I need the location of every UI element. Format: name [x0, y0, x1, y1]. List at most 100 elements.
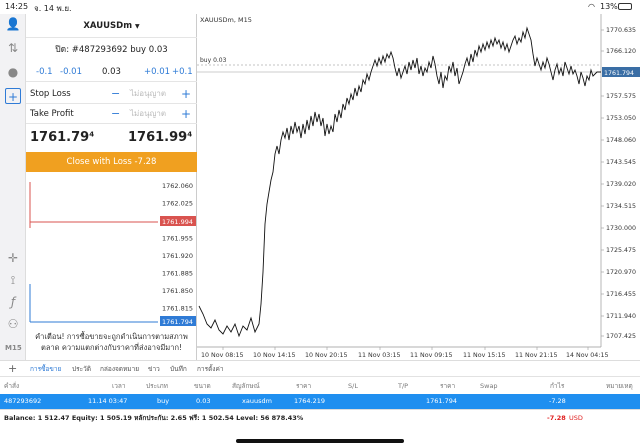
- take-profit-minus-button[interactable]: −: [111, 104, 120, 124]
- quotes-row: 1761.794 1761.994: [26, 126, 197, 150]
- order-panel: XAUUSDm ▼ ปิด: #487293692 buy 0.03 -0.1 …: [26, 14, 197, 360]
- order-line-label: buy 0.03: [200, 57, 227, 64]
- col-time: เวลา: [112, 382, 126, 390]
- volume-plus-small-button[interactable]: +0.01: [144, 62, 170, 82]
- battery-icon: [618, 3, 632, 10]
- volume-plus-big-button[interactable]: +0.1: [172, 62, 193, 82]
- col-comment: หมายเหตุ: [606, 382, 633, 390]
- y-tick-label: 1725.475: [606, 247, 636, 254]
- order-current-price: 1761.794: [426, 397, 458, 405]
- objects-icon[interactable]: ⚇: [5, 316, 21, 332]
- trade-warning: คำเตือน! การซื้อขายจะถูกดำเนินการตามสภาพ…: [35, 332, 188, 352]
- crosshair-icon[interactable]: ✛: [5, 250, 21, 266]
- take-profit-input[interactable]: ไม่อนุญาต: [130, 104, 166, 124]
- order-title: ปิด: #487293692 buy 0.03: [55, 45, 168, 55]
- y-tick-label: 1743.545: [606, 159, 636, 166]
- y-tick-label: 1757.575: [606, 93, 636, 100]
- tick-price-label: 1761.815: [162, 305, 193, 313]
- y-tick-label: 1734.515: [606, 203, 636, 210]
- x-tick-label: 10 Nov 08:15: [201, 352, 243, 359]
- volume-minus-big-button[interactable]: -0.1: [36, 62, 53, 82]
- trade-icon[interactable]: ⇅: [5, 40, 21, 56]
- tick-price-label: 1761.955: [162, 235, 193, 243]
- tab-journal[interactable]: บันทึก: [170, 361, 187, 377]
- tab-mailbox[interactable]: กล่องจดหมาย: [100, 361, 139, 377]
- x-tick-label: 11 Nov 09:15: [410, 352, 452, 359]
- stop-loss-input[interactable]: ไม่อนุญาต: [130, 84, 166, 104]
- chart-title: XAUUSDm, M15: [200, 16, 252, 24]
- timeframe-button[interactable]: M15: [5, 340, 22, 356]
- x-tick-label: 11 Nov 21:15: [515, 352, 557, 359]
- y-tick-label: 1711.940: [606, 313, 636, 320]
- y-tick-label: 1748.060: [606, 137, 636, 144]
- close-with-loss-button[interactable]: Close with Loss -7.28: [26, 152, 197, 172]
- y-tick-label: 1730.000: [606, 225, 636, 232]
- col-swap: Swap: [480, 382, 498, 390]
- x-tick-label: 10 Nov 14:15: [253, 352, 295, 359]
- col-sl: S/L: [348, 382, 358, 390]
- col-price: ราคา: [440, 382, 456, 390]
- total-profit: -7.28: [547, 414, 566, 422]
- stop-loss-plus-button[interactable]: +: [181, 84, 191, 104]
- order-time: 11.14 03:47: [88, 397, 128, 405]
- status-time: 14:25: [5, 2, 29, 11]
- bid-price-label: 1761.794: [162, 318, 193, 326]
- y-tick-label: 1707.425: [606, 333, 636, 340]
- status-bar: 14:25 จ. 14 พ.ย. ◠ 13%: [0, 0, 640, 14]
- account-icon[interactable]: 👤: [5, 16, 21, 32]
- tab-history[interactable]: ประวัติ: [72, 361, 91, 377]
- chat-icon[interactable]: ●: [5, 64, 21, 80]
- y-tick-label: 1766.120: [606, 48, 636, 55]
- order-profit: -7.28: [549, 397, 566, 405]
- stop-loss-minus-button[interactable]: −: [111, 84, 120, 104]
- chevron-down-icon: ▼: [135, 23, 140, 30]
- indicators-icon[interactable]: ⟟: [5, 272, 21, 288]
- add-icon[interactable]: +: [8, 362, 17, 375]
- left-toolbar: 👤 ⇅ ● + ✛ ⟟ ƒ ⚇ M15: [0, 14, 26, 360]
- col-order: คำสั่ง: [4, 382, 20, 390]
- volume-minus-small-button[interactable]: -0.01: [60, 62, 82, 82]
- tab-settings[interactable]: การตั้งค่า: [197, 361, 223, 377]
- col-symbol: สัญลักษณ์: [232, 382, 260, 390]
- col-open-price: ราคา: [296, 382, 312, 390]
- tick-price-label: 1761.920: [162, 252, 193, 260]
- tick-price-label: 1761.850: [162, 287, 193, 295]
- take-profit-plus-button[interactable]: +: [181, 104, 191, 124]
- stop-loss-row: Stop Loss − ไม่อนุญาต +: [26, 84, 197, 104]
- bid-price: 1761.794: [30, 130, 95, 145]
- new-order-icon[interactable]: +: [5, 88, 21, 104]
- y-tick-label: 1716.455: [606, 291, 636, 298]
- ask-price: 1761.994: [128, 130, 193, 145]
- order-id: 487293692: [4, 397, 42, 405]
- col-profit: กำไร: [550, 382, 565, 390]
- tab-news[interactable]: ข่าว: [148, 361, 160, 377]
- price-chart[interactable]: XAUUSDm, M15 buy 0.03 1770.635 1766.120 17…: [197, 14, 640, 360]
- function-icon[interactable]: ƒ: [5, 294, 21, 310]
- col-tp: T/P: [398, 382, 409, 390]
- take-profit-label: Take Profit: [30, 109, 74, 119]
- currency: USD: [569, 414, 583, 422]
- order-symbol: xauusdm: [242, 397, 272, 405]
- tick-price-label: 1761.885: [162, 270, 193, 278]
- order-type: buy: [157, 397, 170, 405]
- table-row[interactable]: 487293692 11.14 03:47 buy 0.03 xauusdm 1…: [0, 394, 640, 409]
- home-indicator[interactable]: [236, 439, 404, 443]
- balance-summary: Balance: 1 512.47 Equity: 1 505.19 หลักป…: [4, 414, 304, 422]
- y-tick-label: 1720.970: [606, 269, 636, 276]
- ask-price-label: 1761.994: [162, 218, 193, 226]
- orders-table-header: คำสั่ง เวลา ประเภท ขนาด สัญลักษณ์ ราคา S…: [0, 376, 640, 394]
- order-open-price: 1764.219: [294, 397, 326, 405]
- symbol-selector[interactable]: XAUUSDm ▼: [26, 14, 197, 38]
- chart-canvas: XAUUSDm, M15 buy 0.03 1770.635 1766.120 17…: [197, 14, 640, 360]
- x-tick-label: 11 Nov 15:15: [463, 352, 505, 359]
- stop-loss-label: Stop Loss: [30, 89, 71, 99]
- col-volume: ขนาด: [194, 382, 211, 390]
- volume-input[interactable]: 0.03: [102, 62, 121, 82]
- volume-stepper: -0.1 -0.01 0.03 +0.01 +0.1: [26, 62, 197, 82]
- x-tick-label: 14 Nov 04:15: [566, 352, 608, 359]
- order-volume: 0.03: [196, 397, 211, 405]
- status-battery: 13%: [600, 2, 618, 11]
- wifi-icon: ◠: [588, 2, 595, 11]
- home-indicator-area: [0, 426, 640, 447]
- y-tick-label: 1753.050: [606, 115, 636, 122]
